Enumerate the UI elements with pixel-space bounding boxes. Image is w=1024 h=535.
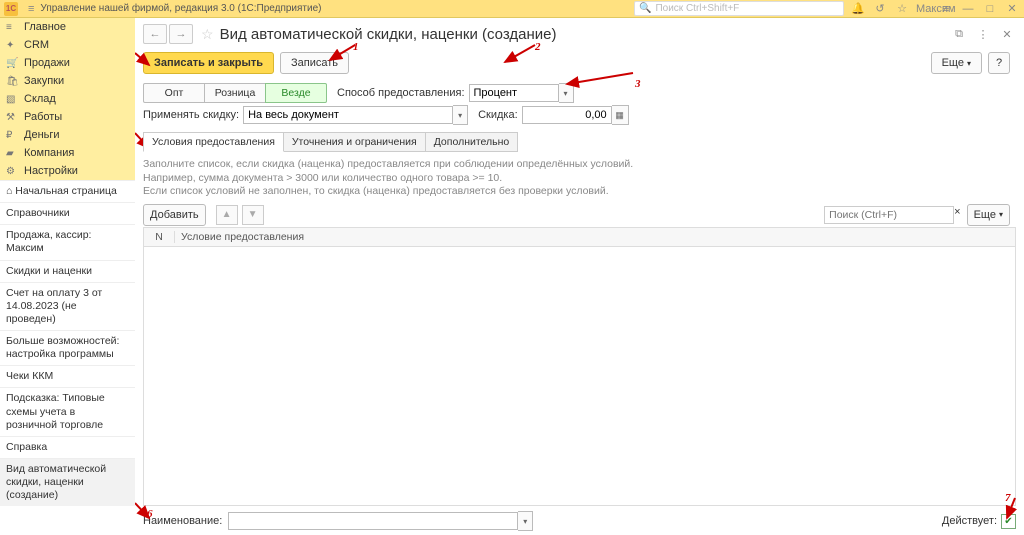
titlebar: 1C ≡ Управление нашей фирмой, редакция 3… (0, 0, 1024, 18)
grid-search-more-icon[interactable]: × (954, 206, 960, 224)
minimize-icon[interactable]: — (960, 3, 976, 15)
grid-search-input[interactable] (824, 206, 954, 224)
add-button[interactable]: Добавить (143, 204, 206, 226)
nav-settings[interactable]: ⚙Настройки (0, 162, 135, 180)
more-button[interactable]: Еще ▾ (931, 52, 982, 74)
main-area: ← → ☆ Вид автоматической скидки, наценки… (135, 18, 1024, 535)
annotation-3: 3 (635, 78, 641, 90)
nav-main[interactable]: ≡Главное (0, 18, 135, 36)
annotation-1: 1 (353, 41, 359, 53)
name-dropdown-icon[interactable]: ▾ (518, 511, 533, 531)
nav-back-button[interactable]: ← (143, 24, 167, 44)
tab-refinements[interactable]: Уточнения и ограничения (283, 132, 426, 152)
name-input[interactable] (228, 512, 518, 530)
col-n: N (144, 231, 175, 243)
apply-input[interactable] (243, 106, 453, 124)
method-dropdown-icon[interactable]: ▾ (559, 83, 574, 103)
bag-icon: 🛍 (6, 76, 18, 87)
annotation-6: 6 (147, 508, 153, 520)
active-checkbox[interactable]: ✔ (1001, 514, 1016, 529)
user-label[interactable]: Максим (916, 3, 932, 15)
conditions-grid[interactable]: N Условие предоставления (143, 227, 1016, 506)
nav-works[interactable]: ⚒Работы (0, 108, 135, 126)
link-refs[interactable]: Справочники (0, 202, 135, 224)
help-button[interactable]: ? (988, 52, 1010, 74)
save-button[interactable]: Записать (280, 52, 349, 74)
link-more-features[interactable]: Больше возможностей: настройка программы (0, 330, 135, 365)
link-hint-retail[interactable]: Подсказка: Типовые схемы учета в розничн… (0, 387, 135, 435)
grid-more-button[interactable]: Еще ▾ (967, 204, 1010, 226)
nav-forward-button[interactable]: → (169, 24, 193, 44)
move-up-button[interactable]: ▲ (216, 205, 238, 225)
save-close-button[interactable]: Записать и закрыть (143, 52, 274, 74)
name-label: Наименование: (143, 515, 222, 527)
method-input[interactable] (469, 84, 559, 102)
segment-opt[interactable]: Опт (143, 83, 205, 103)
kebab-icon[interactable]: ⋮ (974, 25, 992, 43)
maximize-icon[interactable]: □ (982, 3, 998, 15)
search-placeholder: Поиск Ctrl+Shift+F (655, 3, 739, 14)
discount-input[interactable] (522, 106, 612, 124)
annotation-7: 7 (1005, 492, 1011, 504)
nav-money[interactable]: ₽Деньги (0, 126, 135, 144)
tab-additional[interactable]: Дополнительно (425, 132, 519, 152)
favorite-icon[interactable]: ☆ (201, 26, 214, 43)
menu-icon[interactable]: ≡ (938, 3, 954, 15)
active-label: Действует: (942, 515, 997, 527)
cart-icon: 🛒 (6, 58, 18, 69)
link-discounts[interactable]: Скидки и наценки (0, 260, 135, 282)
method-combo[interactable]: ▾ (469, 83, 574, 103)
tools-icon: ⚒ (6, 112, 18, 123)
close-form-icon[interactable]: ✕ (998, 25, 1016, 43)
home-icon: ≡ (6, 22, 18, 33)
sidebar: ≡Главное ✦CRM 🛒Продажи 🛍Закупки ▧Склад ⚒… (0, 18, 135, 535)
scope-segment: Опт Розница Везде (143, 83, 327, 103)
app-logo: 1C (4, 2, 18, 16)
link-help[interactable]: Справка (0, 436, 135, 458)
hamburger-icon[interactable]: ≡ (28, 3, 34, 15)
close-icon[interactable]: ✕ (1004, 2, 1020, 15)
nav-stock[interactable]: ▧Склад (0, 90, 135, 108)
annotation-2: 2 (535, 41, 541, 53)
money-icon: ₽ (6, 130, 18, 141)
discount-label: Скидка: (478, 109, 518, 121)
grid-header: N Условие предоставления (144, 228, 1015, 247)
link-invoice[interactable]: Счет на оплату 3 от 14.08.2023 (не прове… (0, 282, 135, 330)
detach-icon[interactable]: ⧉ (950, 25, 968, 43)
link-start-page[interactable]: ⌂ Начальная страница (0, 180, 135, 202)
star-icon[interactable]: ☆ (894, 2, 910, 15)
nav-sales[interactable]: 🛒Продажи (0, 54, 135, 72)
method-label: Способ предоставления: (337, 87, 465, 99)
box-icon: ▧ (6, 94, 18, 105)
hint-text: Заполните список, если скидка (наценка) … (143, 158, 1016, 199)
global-search[interactable]: 🔍 Поиск Ctrl+Shift+F (634, 1, 844, 16)
flag-icon: ▰ (6, 148, 18, 159)
nav-purchase[interactable]: 🛍Закупки (0, 72, 135, 90)
form-title: Вид автоматической скидки, наценки (созд… (220, 26, 557, 43)
link-discount-form[interactable]: Вид автоматической скидки, наценки (созд… (0, 458, 135, 506)
app-title: Управление нашей фирмой, редакция 3.0 (1… (40, 3, 321, 14)
link-kkm[interactable]: Чеки ККМ (0, 365, 135, 387)
crm-icon: ✦ (6, 40, 18, 51)
nav-crm[interactable]: ✦CRM (0, 36, 135, 54)
calculator-icon[interactable]: ▦ (612, 105, 629, 125)
tab-conditions[interactable]: Условия предоставления (143, 132, 284, 152)
apply-combo[interactable]: ▾ (243, 105, 468, 125)
segment-retail[interactable]: Розница (204, 83, 266, 103)
apply-label: Применять скидку: (143, 109, 239, 121)
name-combo[interactable]: ▾ (228, 511, 533, 531)
link-sale-cashier[interactable]: Продажа, кассир: Максим (0, 224, 135, 259)
segment-all[interactable]: Везде (265, 83, 327, 103)
bell-icon[interactable]: 🔔 (850, 2, 866, 15)
col-condition: Условие предоставления (175, 231, 1015, 243)
apply-dropdown-icon[interactable]: ▾ (453, 105, 468, 125)
gear-icon: ⚙ (6, 166, 18, 177)
history-icon[interactable]: ↺ (872, 2, 888, 15)
move-down-button[interactable]: ▼ (242, 205, 264, 225)
nav-company[interactable]: ▰Компания (0, 144, 135, 162)
